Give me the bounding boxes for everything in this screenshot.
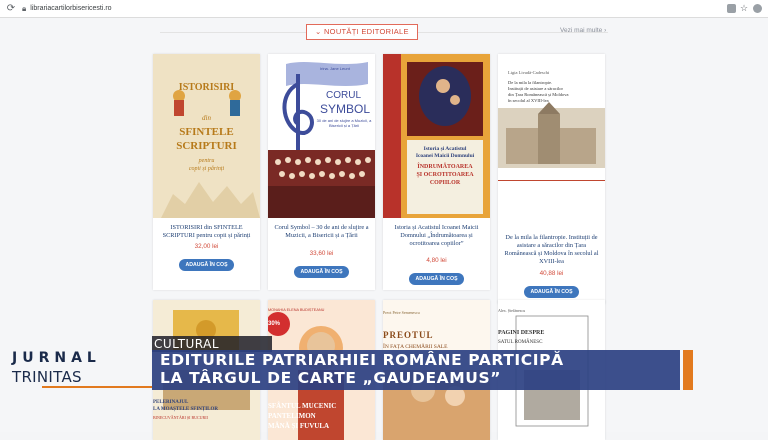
lock-icon[interactable]: 🔒︎ [22,4,26,14]
product-title[interactable]: Istoria și Acatistul Icoanei Maicii Domn… [389,224,484,248]
reload-icon[interactable]: ⟳ [4,2,18,16]
cover-title: CORUL [326,90,362,101]
cover-title: ISTORISIRI [178,82,235,93]
cover-text: 30 de ani de slujire a Muzicii, a Biseri… [316,118,372,128]
add-to-cart-button[interactable]: ADAUGĂ ÎN COȘ [524,286,579,298]
add-to-cart-button[interactable]: ADAUGĂ ÎN COȘ [179,259,234,271]
product-price: 4,80 lei [426,257,447,264]
product-card[interactable]: Istoria și Acatistul Icoanei Maicii Domn… [383,54,490,290]
cover-author: Irina. Jane Leunt [320,66,350,71]
product-price: 40,88 lei [539,270,564,277]
cover-title: COPIILOR [429,180,461,186]
bookmark-star-icon[interactable]: ☆ [740,4,749,13]
product-card[interactable]: ISTORISIRI din SFINTELE SCRIPTURI pentru… [153,54,260,290]
cover-title: SCRIPTURI [176,140,237,152]
cover-art [268,54,375,218]
cover-title: PANTELIMON [268,412,316,420]
book-cover[interactable]: ISTORISIRI din SFINTELE SCRIPTURI pentru… [153,54,260,218]
chevron-right-icon: › [604,27,607,34]
book-cover[interactable]: Istoria și Acatistul Icoanei Maicii Domn… [383,54,490,218]
product-title[interactable]: De la mila la filantropie. Instituții de… [504,234,599,266]
cover-title: ÎNDRUMĂTOAREA [417,164,473,170]
cover-author: MONAHIA ELENA BUDIȘTEANU [268,308,325,312]
logo-accent-line [42,386,152,388]
product-price: 33,60 lei [309,250,334,257]
cover-text: De la mila la filantropie. [508,80,553,85]
see-more-link[interactable]: Vezi mai multe › [560,27,606,34]
product-title[interactable]: ISTORISIRI din SFINTELE SCRIPTURI pentru… [159,224,254,240]
product-card[interactable]: Ligia Livadă-Cadeschi De la mila la fila… [498,54,605,304]
cover-title: ȘI OCROTITOAREA [416,172,474,178]
section-header: ⌄ NOUTĂȚI EDITORIALE Vezi mai multe › [0,24,768,40]
channel-logo-top: JURNAL [12,350,101,366]
headline-line: EDITURILE PATRIARHIEI ROMÂNE PARTICIPĂ [160,351,564,369]
accent-bar [683,350,693,390]
cover-text: pentru [198,158,215,164]
cover-text: Instituții de asistare a săracilor [508,86,563,91]
cover-text: din [202,114,211,122]
cover-title: SATUL ROMÂNESC [498,340,543,345]
cover-art [498,54,605,218]
translate-icon[interactable] [727,4,736,13]
cover-title: MÂNĂ ȘI FUVULA [268,422,330,430]
browser-toolbar: ⟳ 🔒︎ librariacartilorbisericesti.ro ☆ [0,0,768,18]
cover-text: Istoria și Acatistul [423,146,467,152]
cover-title: PREOTUL [383,330,434,340]
cover-author: Ligia Livadă-Cadeschi [508,70,550,75]
book-cover[interactable]: Irina. Jane Leunt CORUL SYMBOL 30 de ani… [268,54,375,218]
cover-text: din Țara Românească și Moldova [508,92,569,97]
book-cover[interactable]: Ligia Livadă-Cadeschi De la mila la fila… [498,54,605,218]
product-card[interactable]: Irina. Jane Leunt CORUL SYMBOL 30 de ani… [268,54,375,290]
cover-title: SFÂNTUL MUCENIC [268,402,337,410]
cover-title: LA MOAȘTELE SFINȚILOR [153,407,219,412]
chevron-down-icon: ⌄ [315,27,324,36]
cover-art [383,54,490,218]
cover-title: SFINTELE [179,126,234,138]
add-to-cart-button[interactable]: ADAUGĂ ÎN COȘ [409,273,464,285]
headline-line: LA TÂRGUL DE CARTE „GAUDEAMUS” [160,369,501,387]
address-bar[interactable]: librariacartilorbisericesti.ro [30,5,727,12]
cover-author: Alex. Ștefănescu [498,308,526,313]
section-title[interactable]: ⌄ NOUTĂȚI EDITORIALE [306,24,418,40]
cover-title: SYMBOL [320,102,371,116]
news-headline: EDITURILE PATRIARHIEI ROMÂNE PARTICIPĂ L… [160,351,670,387]
product-price: 32,00 lei [194,243,219,250]
cover-text: copii și părinți [188,166,225,172]
cover-text: Icoanei Maicii Domnului [415,153,475,159]
channel-logo-bottom: TRINITAS [12,368,82,386]
cover-text: în secolul al XVIII-lea [508,98,549,103]
cover-title: PELERINAJUL [153,400,189,405]
cover-text: BINECUVÂNTĂRI ȘI BUCURII [153,415,208,420]
product-title[interactable]: Corul Symbol – 30 de ani de slujire a Mu… [274,224,369,240]
cover-author: Preot Petre Semenescu [383,310,420,315]
cover-title: PAGINI DESPRE [498,330,545,336]
profile-icon[interactable] [753,4,762,13]
add-to-cart-button[interactable]: ADAUGĂ ÎN COȘ [294,266,349,278]
